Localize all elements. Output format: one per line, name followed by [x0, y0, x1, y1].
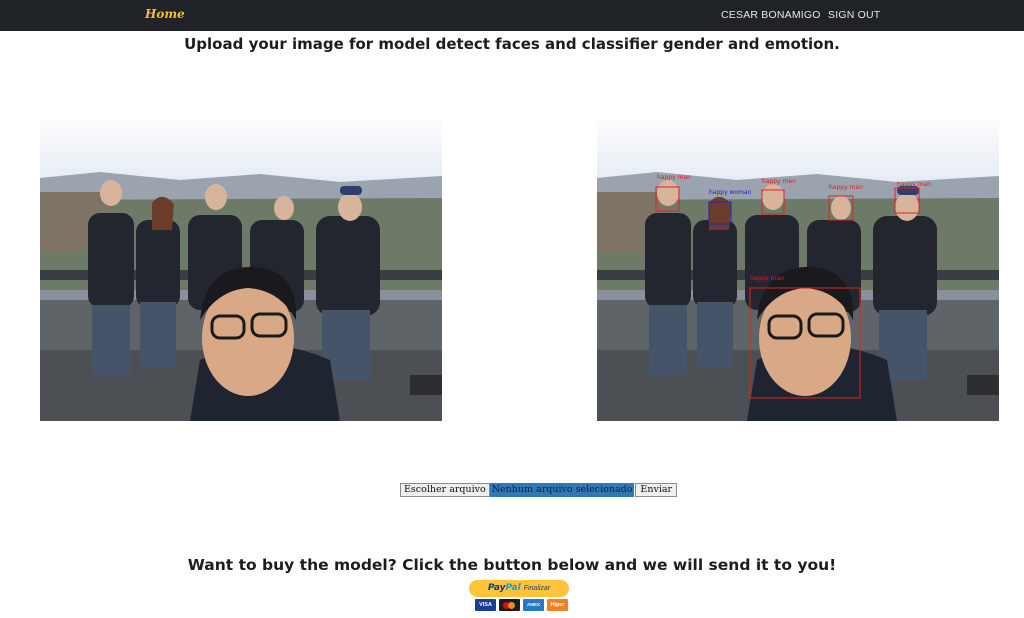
visa-card-icon: VISA: [475, 599, 496, 611]
paypal-checkout-button[interactable]: PayPal Finalizar: [469, 580, 569, 597]
upload-heading: Upload your image for model detect faces…: [184, 35, 840, 53]
original-photo: [40, 120, 442, 421]
processed-photo: happy man happy woman happy man happy ma…: [597, 120, 999, 421]
amex-card-icon: AMEX: [523, 599, 544, 611]
choose-file-button[interactable]: Escolher arquivo: [400, 483, 490, 497]
paypal-logo: PayPal: [487, 583, 521, 593]
hiper-card-icon: Hiper: [547, 599, 568, 611]
original-photo-image: [40, 120, 442, 421]
file-status-text: Nenhum arquivo selecionado: [489, 483, 635, 497]
processed-photo-image: happy man happy woman happy man happy ma…: [597, 120, 999, 421]
buy-heading: Want to buy the model? Click the button …: [187, 556, 837, 574]
face-label: happy man: [750, 275, 784, 282]
paypal-action-label: Finalizar: [523, 585, 551, 592]
face-label: happy woman: [709, 189, 752, 196]
face-label: happy man: [897, 181, 931, 188]
sign-out-link[interactable]: SIGN OUT: [828, 9, 880, 21]
submit-button[interactable]: Enviar: [635, 483, 678, 497]
user-name-link[interactable]: CESAR BONAMIGO: [721, 9, 821, 21]
mastercard-icon: [499, 599, 520, 611]
upload-form: Escolher arquivo Nenhum arquivo selecion…: [400, 483, 678, 497]
home-link[interactable]: Home: [145, 7, 185, 21]
face-label: happy man: [762, 178, 796, 185]
payment-cards: VISA AMEX Hiper: [475, 599, 568, 611]
face-label: happy man: [657, 174, 691, 181]
face-label: happy man: [829, 184, 863, 191]
top-navbar: Home CESAR BONAMIGO SIGN OUT: [0, 0, 1024, 31]
